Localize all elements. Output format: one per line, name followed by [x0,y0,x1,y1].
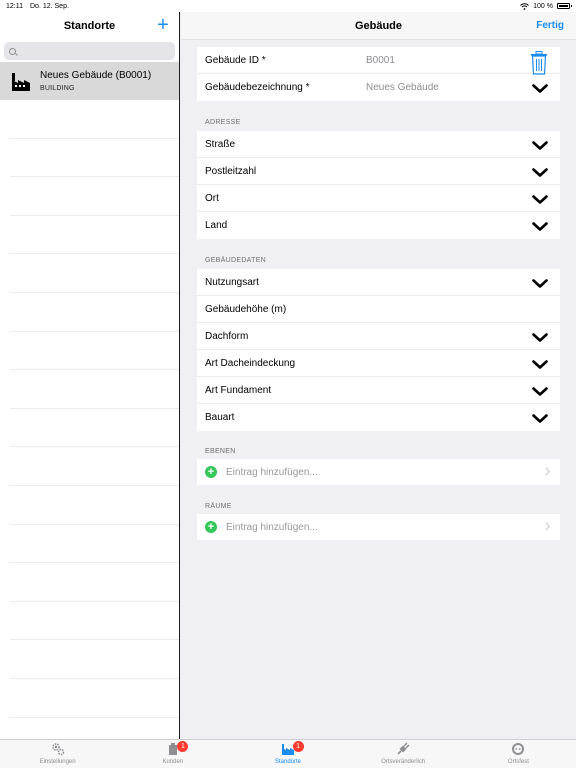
detail-header: Gebäude Fertig [181,12,576,40]
row-label: Art Fundament [205,384,272,396]
address-street-row[interactable]: Straße [197,131,560,158]
tab-bar: Einstellungen 1 Kunden 1 Standorte Ortsv… [0,739,576,768]
trash-icon[interactable] [529,51,549,75]
factory-icon [12,73,30,91]
building-name-label: Gebäudebezeichnung * [205,82,310,93]
row-label: Gebäudehöhe (m) [205,303,287,315]
empty-list-area [0,100,179,718]
done-button[interactable]: Fertig [536,20,564,31]
wifi-icon [520,2,530,10]
row-label: Dachform [205,330,249,342]
address-zip-row[interactable]: Postleitzahl [197,158,560,185]
master-panel: Standorte + Neues Gebäude (B0001) BUILDI… [0,12,180,739]
kunden-badge: 1 [177,741,189,752]
location-type: BUILDING [40,85,75,92]
tab-label: Kunden [162,759,184,765]
master-title: Standorte [63,20,116,32]
building-id-label: Gebäude ID * [205,54,266,66]
tab-label: Einstellungen [39,759,76,765]
status-date: Do. 12. Sep. [30,2,69,10]
gear-icon [51,743,64,756]
add-room-row[interactable]: + Eintrag hinzufügen... [197,514,560,540]
chevron-right-icon [545,467,550,476]
chevron-down-icon[interactable] [532,222,548,231]
battery-percent: 100 % [533,2,553,10]
status-time: 12:11 [6,2,23,10]
rooms-group: + Eintrag hinzufügen... [197,514,560,540]
row-label: Postleitzahl [205,165,257,177]
chevron-down-icon[interactable] [532,387,548,396]
chevron-down-icon[interactable] [532,141,548,150]
section-title-adresse: ADRESSE [205,119,241,126]
chevron-down-icon[interactable] [532,360,548,369]
add-level-label: Eintrag hinzufügen... [226,466,318,478]
levels-group: + Eintrag hinzufügen... [197,459,560,485]
chevron-right-icon [545,522,550,531]
building-height-row[interactable]: Gebäudehöhe (m) [197,296,560,323]
row-label: Straße [205,138,236,150]
add-room-label: Eintrag hinzufügen... [226,521,318,533]
status-bar: 12:11 Do. 12. Sep. 100 % [0,0,576,12]
building-main-group: Gebäude ID * B0001 Gebäudebezeichnung * … [197,47,560,101]
row-label: Art Dacheindeckung [205,357,296,369]
add-circle-icon[interactable]: + [205,521,217,533]
address-city-row[interactable]: Ort [197,185,560,212]
standorte-badge: 1 [292,741,304,752]
address-group: Straße Postleitzahl Ort Land [197,131,560,239]
section-title-ebenen: EBENEN [205,448,236,455]
chevron-down-icon[interactable] [532,168,548,177]
search-field[interactable] [4,42,175,60]
row-label: Land [205,220,228,231]
roof-covering-row[interactable]: Art Dacheindeckung [197,350,560,377]
search-bar [0,40,179,62]
detail-title: Gebäude [354,19,403,32]
location-title: Neues Gebäude (B0001) [40,70,152,81]
building-data-group: Nutzungsart Gebäudehöhe (m) Dachform Art… [197,269,560,431]
foundation-row[interactable]: Art Fundament [197,377,560,404]
tab-label: Ortsfest [507,759,529,765]
roof-form-row[interactable]: Dachform [197,323,560,350]
add-level-row[interactable]: + Eintrag hinzufügen... [197,459,560,485]
section-title-gebaeudedaten: GEBÄUDEDATEN [205,257,267,264]
tab-standorte[interactable]: 1 Standorte [230,740,345,768]
plug-icon [397,742,410,755]
building-name-value[interactable]: Neues Gebäude [366,82,439,93]
usage-type-row[interactable]: Nutzungsart [197,269,560,296]
socket-icon [512,743,525,755]
detail-panel: Gebäude Fertig Gebäude ID * B0001 Gebäud… [181,12,576,739]
row-label: Nutzungsart [205,276,259,288]
building-id-row[interactable]: Gebäude ID * B0001 [197,47,560,75]
search-icon [9,47,16,55]
row-label: Ort [205,192,219,204]
chevron-down-icon[interactable] [532,279,548,288]
building-id-value[interactable]: B0001 [366,55,395,66]
construction-type-row[interactable]: Bauart [197,404,560,431]
add-location-button[interactable]: + [155,15,171,35]
chevron-down-icon[interactable] [532,333,548,342]
master-header: Standorte + [0,12,179,40]
tab-label: Standorte [274,759,302,765]
address-country-row[interactable]: Land [197,212,560,239]
tab-ortsfest[interactable]: Ortsfest [461,740,576,768]
tab-ortsveraenderlich[interactable]: Ortsveränderlich [346,740,461,768]
row-label: Bauart [205,412,235,423]
tab-label: Ortsveränderlich [381,759,426,765]
building-name-row[interactable]: Gebäudebezeichnung * Neues Gebäude [197,74,560,101]
tab-kunden[interactable]: 1 Kunden [115,740,230,768]
chevron-down-icon[interactable] [532,84,548,93]
add-circle-icon[interactable]: + [205,466,217,478]
chevron-down-icon[interactable] [532,195,548,204]
battery-icon [557,3,572,9]
search-input[interactable] [20,46,160,56]
section-title-raeume: RÄUME [205,503,232,510]
chevron-down-icon[interactable] [532,414,548,423]
location-list-item[interactable]: Neues Gebäude (B0001) BUILDING [0,62,179,100]
tab-einstellungen[interactable]: Einstellungen [0,740,115,768]
